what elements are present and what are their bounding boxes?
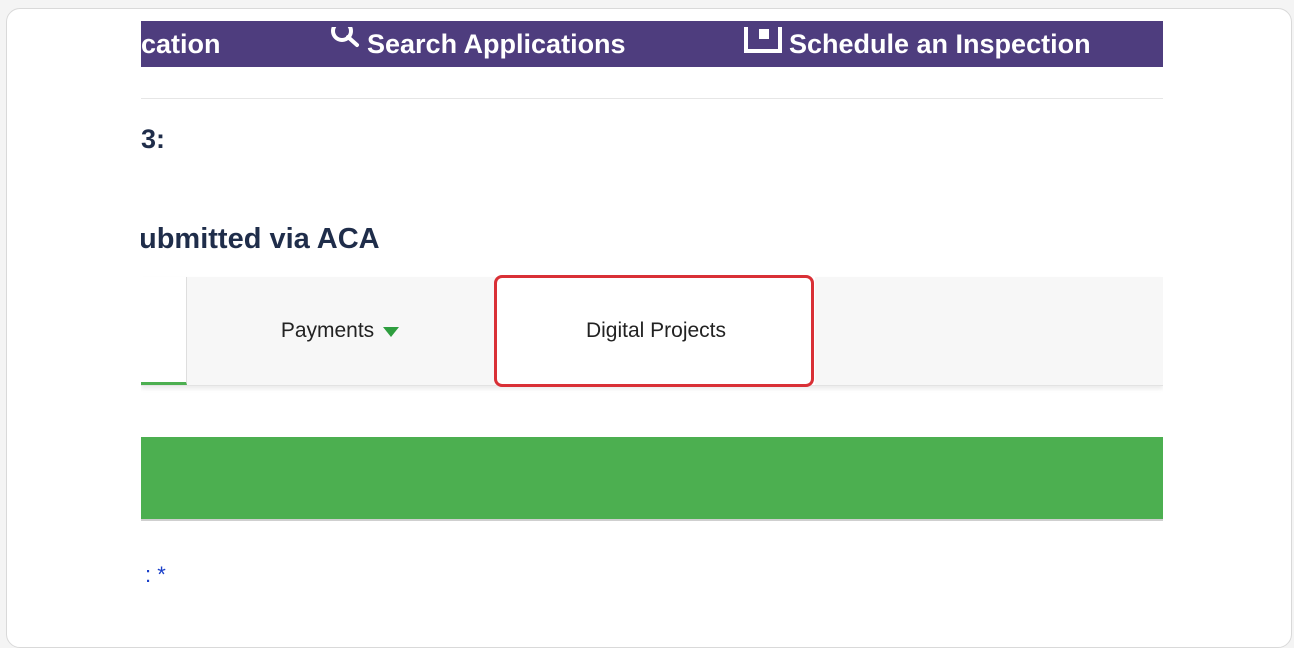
nav-item-create-application[interactable]: cation bbox=[141, 21, 221, 67]
tab-payments[interactable]: Payments bbox=[187, 277, 493, 385]
nav-item-schedule-inspection[interactable]: Schedule an Inspection bbox=[743, 21, 1091, 67]
nav-item-search-applications[interactable]: Search Applications bbox=[327, 21, 626, 67]
page-heading: 3: bbox=[141, 124, 166, 154]
nav-item-label: cation bbox=[141, 28, 221, 59]
divider bbox=[141, 98, 1163, 99]
tab-active-partial[interactable] bbox=[141, 277, 187, 385]
top-navigation-bar: cation Search Applications Schedule an I… bbox=[141, 21, 1163, 67]
tab-digital-projects[interactable]: Digital Projects bbox=[497, 277, 815, 385]
screenshot-frame: cation Search Applications Schedule an I… bbox=[6, 8, 1292, 648]
page-viewport: cation Search Applications Schedule an I… bbox=[141, 9, 1163, 647]
caret-down-icon bbox=[383, 327, 400, 337]
record-tab-bar: Payments Digital Projects bbox=[141, 277, 1163, 386]
required-field-marker: : * bbox=[145, 562, 166, 587]
calendar-icon bbox=[743, 27, 785, 61]
tab-digital-projects-label: Digital Projects bbox=[585, 319, 727, 342]
tab-payments-label: Payments bbox=[280, 319, 375, 342]
nav-item-label: Search Applications bbox=[367, 28, 626, 59]
section-header-bar bbox=[141, 437, 1163, 521]
nav-item-label: Schedule an Inspection bbox=[789, 28, 1091, 59]
search-icon bbox=[327, 27, 363, 61]
page-subheading: ubmitted via ACA bbox=[141, 223, 380, 255]
